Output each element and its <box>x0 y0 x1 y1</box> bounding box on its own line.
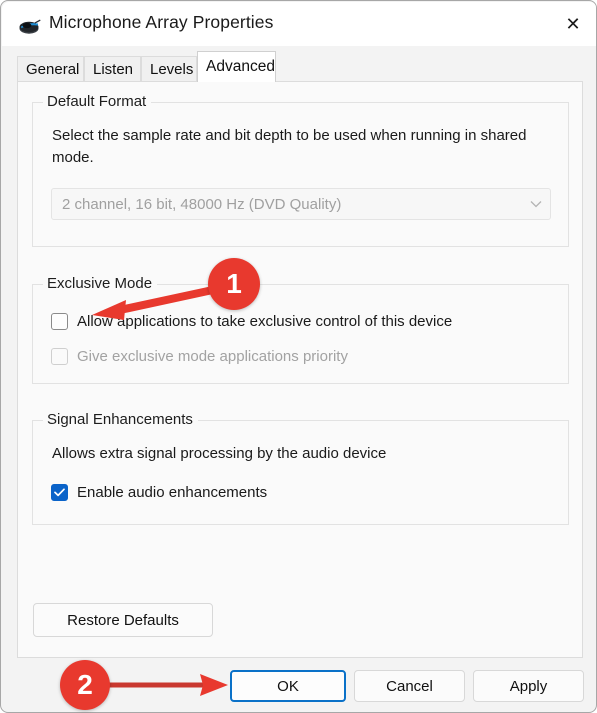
microphone-device-icon <box>16 14 42 38</box>
exclusive-mode-legend: Exclusive Mode <box>43 275 158 292</box>
advanced-tab-panel: Default Format Select the sample rate an… <box>17 81 583 658</box>
default-format-dropdown[interactable]: 2 channel, 16 bit, 48000 Hz (DVD Quality… <box>51 188 551 220</box>
chevron-down-icon <box>522 200 550 208</box>
tab-advanced[interactable]: Advanced <box>197 51 276 82</box>
window-title: Microphone Array Properties <box>49 12 274 32</box>
default-format-value: 2 channel, 16 bit, 48000 Hz (DVD Quality… <box>62 195 342 213</box>
checkmark-icon <box>54 488 65 497</box>
close-icon: ✕ <box>565 13 581 35</box>
tab-strip: General Listen Levels Advanced <box>2 46 596 82</box>
checkbox-box <box>51 348 68 365</box>
exclusive-mode-priority-label: Give exclusive mode applications priorit… <box>77 348 348 365</box>
allow-exclusive-control-label: Allow applications to take exclusive con… <box>77 313 453 330</box>
title-bar: Microphone Array Properties ✕ <box>2 2 596 46</box>
signal-enhancements-legend: Signal Enhancements <box>43 411 198 428</box>
enable-audio-enhancements-label: Enable audio enhancements <box>77 484 268 501</box>
default-format-group: Default Format Select the sample rate an… <box>32 93 569 247</box>
checkbox-box <box>51 313 68 330</box>
annotation-badge-1: 1 <box>208 258 260 310</box>
tab-levels[interactable]: Levels <box>141 56 197 82</box>
exclusive-mode-group: Exclusive Mode Allow applications to tak… <box>32 275 569 384</box>
signal-enhancements-group: Signal Enhancements Allows extra signal … <box>32 411 569 525</box>
enable-audio-enhancements-checkbox[interactable]: Enable audio enhancements <box>51 484 267 501</box>
properties-dialog-window: Microphone Array Properties ✕ General Li… <box>0 0 597 713</box>
exclusive-mode-priority-checkbox: Give exclusive mode applications priorit… <box>51 348 348 365</box>
ok-button[interactable]: OK <box>230 670 346 702</box>
checkbox-box <box>51 484 68 501</box>
allow-exclusive-control-checkbox[interactable]: Allow applications to take exclusive con… <box>51 313 452 330</box>
tab-listen[interactable]: Listen <box>84 56 141 82</box>
apply-button[interactable]: Apply <box>473 670 584 702</box>
signal-enhancements-description: Allows extra signal processing by the au… <box>52 445 387 462</box>
annotation-badge-2: 2 <box>60 660 110 710</box>
tab-general[interactable]: General <box>17 56 84 82</box>
default-format-description: Select the sample rate and bit depth to … <box>52 127 527 166</box>
default-format-legend: Default Format <box>43 93 152 110</box>
close-button[interactable]: ✕ <box>550 3 596 46</box>
cancel-button[interactable]: Cancel <box>354 670 465 702</box>
restore-defaults-button[interactable]: Restore Defaults <box>33 603 213 637</box>
